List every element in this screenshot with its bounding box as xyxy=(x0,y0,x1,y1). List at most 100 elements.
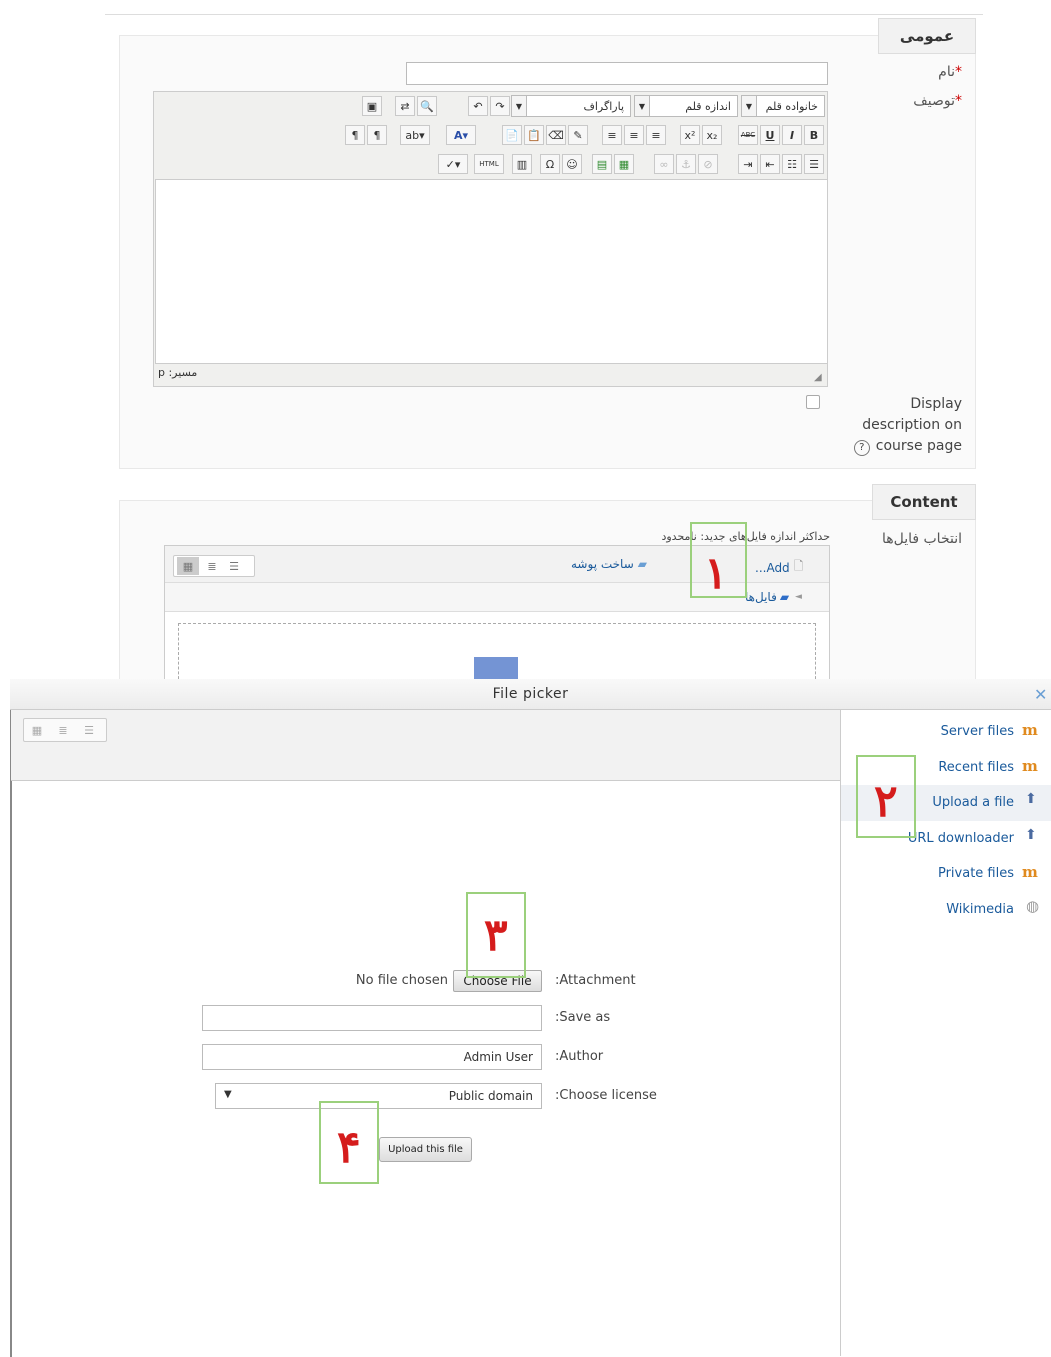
editor-content-area[interactable] xyxy=(155,179,828,364)
moodle-icon: m xyxy=(1022,863,1038,881)
author-input[interactable]: Admin User xyxy=(202,1044,542,1070)
chevron-down-icon: ▼ xyxy=(512,96,527,116)
special-char-icon[interactable]: Ω xyxy=(540,154,560,174)
numbered-list-icon[interactable]: ☷ xyxy=(782,154,802,174)
upload-icon: ⬆ xyxy=(1025,791,1037,807)
name-input[interactable] xyxy=(406,62,828,85)
subscript-icon[interactable]: x₂ xyxy=(702,125,722,145)
repo-wikimedia[interactable]: Wikimedia xyxy=(860,902,1014,917)
author-label: :Author xyxy=(555,1049,604,1064)
files-breadcrumb-label: فایل‌ها xyxy=(745,590,777,604)
resize-handle-icon[interactable]: ◢ xyxy=(814,372,822,383)
italic-icon[interactable]: I xyxy=(782,125,802,145)
create-folder-button[interactable]: ▰ ساخت پوشه xyxy=(571,557,647,571)
display-description-label: Display description on ? course page xyxy=(848,394,962,457)
paste-text-icon[interactable]: 📋 xyxy=(524,125,544,145)
display-description-line1: Display xyxy=(910,396,962,412)
unlink-icon[interactable]: ⊘ xyxy=(698,154,718,174)
files-breadcrumb[interactable]: ◄ ▰ فایل‌ها xyxy=(745,590,802,604)
icon-view-icon[interactable]: ▦ xyxy=(28,721,46,739)
add-file-icon: 🗋 xyxy=(793,559,804,573)
replace-icon[interactable]: ⇄ xyxy=(395,96,415,116)
close-icon[interactable]: ✕ xyxy=(1034,685,1047,704)
required-mark: * xyxy=(955,64,962,80)
font-size-value: اندازه قلم xyxy=(685,99,731,113)
folder-icon: ▰ xyxy=(637,557,647,571)
redo-icon[interactable]: ↷ xyxy=(490,96,510,116)
save-as-input[interactable] xyxy=(202,1005,542,1031)
no-file-chosen-text: No file chosen xyxy=(355,973,448,988)
add-label: ...Add xyxy=(755,560,790,575)
file-picker-toolbar xyxy=(11,710,840,781)
outdent-icon[interactable]: ⇤ xyxy=(760,154,780,174)
chevron-down-icon: ▼ xyxy=(635,96,650,116)
highlight-icon[interactable]: ab▾ xyxy=(400,125,430,145)
table-icon[interactable]: ▥ xyxy=(512,154,532,174)
upload-file-button[interactable]: Upload this file xyxy=(379,1137,472,1162)
editor-path: مسیر: p xyxy=(158,366,198,379)
annotation-number-3: ۳ xyxy=(484,910,508,961)
image-icon[interactable]: ▦ xyxy=(614,154,634,174)
anchor-icon[interactable]: ⚓ xyxy=(676,154,696,174)
indent-icon[interactable]: ⇥ xyxy=(738,154,758,174)
display-description-line2: description on xyxy=(862,417,962,433)
chevron-down-icon: ▼ xyxy=(742,96,757,116)
find-icon[interactable]: 🔍 xyxy=(417,96,437,116)
chevron-down-icon: ▼ xyxy=(224,1089,232,1100)
html-icon[interactable]: HTML xyxy=(474,154,504,174)
wikimedia-icon: ◍ xyxy=(1026,897,1040,915)
description-label: *توصیف xyxy=(880,93,962,109)
tree-view-icon[interactable]: ☰ xyxy=(225,557,243,575)
description-editor: ▼ خانواده قلم ▼ اندازه قلم ▼ پاراگراف ↷ ↶ 🔍… xyxy=(153,91,828,387)
annotation-number-1: ۱ xyxy=(704,548,728,599)
list-view-icon[interactable]: ≣ xyxy=(203,557,221,575)
bullet-list-icon[interactable]: ☰ xyxy=(804,154,824,174)
add-file-button[interactable]: ...Add 🗋 xyxy=(755,557,803,578)
align-center-icon[interactable]: ≡ xyxy=(624,125,644,145)
top-divider xyxy=(105,14,983,15)
attachment-label: :Attachment xyxy=(555,973,636,988)
ltr-icon[interactable]: ¶ xyxy=(367,125,387,145)
emoticon-icon[interactable]: ☺ xyxy=(562,154,582,174)
superscript-icon[interactable]: x² xyxy=(680,125,700,145)
fullscreen-icon[interactable]: ▣ xyxy=(362,96,382,116)
name-label-text: نام xyxy=(938,64,955,80)
rtl-icon[interactable]: ¶ xyxy=(345,125,365,145)
icon-view-icon[interactable]: ▦ xyxy=(177,557,199,575)
eraser-icon[interactable]: ⌫ xyxy=(546,125,566,145)
font-family-select[interactable]: ▼ خانواده قلم xyxy=(741,95,825,117)
spellcheck-icon[interactable]: ✓▾ xyxy=(438,154,468,174)
save-as-label: :Save as xyxy=(555,1010,611,1025)
content-legend: Content xyxy=(872,484,976,520)
repo-server-files[interactable]: Server files xyxy=(860,724,1014,739)
paste-word-icon[interactable]: 📄 xyxy=(502,125,522,145)
tree-view-icon[interactable]: ☰ xyxy=(80,721,98,739)
strikethrough-icon[interactable]: ABC xyxy=(738,125,758,145)
media-icon[interactable]: ▤ xyxy=(592,154,612,174)
triangle-left-icon: ◄ xyxy=(795,592,802,602)
font-size-select[interactable]: ▼ اندازه قلم xyxy=(634,95,738,117)
url-icon: ⬆ xyxy=(1025,827,1037,843)
repo-private-files[interactable]: Private files xyxy=(860,866,1014,881)
align-left-icon[interactable]: ≡ xyxy=(646,125,666,145)
font-family-value: خانواده قلم xyxy=(765,99,818,113)
font-color-icon[interactable]: A▾ xyxy=(446,125,476,145)
bold-icon[interactable]: B xyxy=(804,125,824,145)
moodle-icon: m xyxy=(1022,757,1038,775)
general-legend: عمومی xyxy=(878,18,976,54)
html-label: HTML xyxy=(479,160,499,168)
undo-icon[interactable]: ↶ xyxy=(468,96,488,116)
clean-icon[interactable]: ✎ xyxy=(568,125,588,145)
annotation-number-2: ۲ xyxy=(874,776,898,827)
help-icon[interactable]: ? xyxy=(853,440,870,456)
align-right-icon[interactable]: ≡ xyxy=(602,125,622,145)
name-label: *نام xyxy=(880,64,962,80)
display-description-checkbox[interactable] xyxy=(806,395,820,409)
underline-icon[interactable]: U xyxy=(760,125,780,145)
upload-arrow-icon xyxy=(474,657,518,681)
view-mode-toggle: ▦ ≣ ☰ xyxy=(173,555,255,577)
paragraph-select[interactable]: ▼ پاراگراف xyxy=(511,95,631,117)
list-view-icon[interactable]: ≣ xyxy=(54,721,72,739)
file-picker-title: File picker xyxy=(10,679,1051,710)
link-icon[interactable]: ∞ xyxy=(654,154,674,174)
